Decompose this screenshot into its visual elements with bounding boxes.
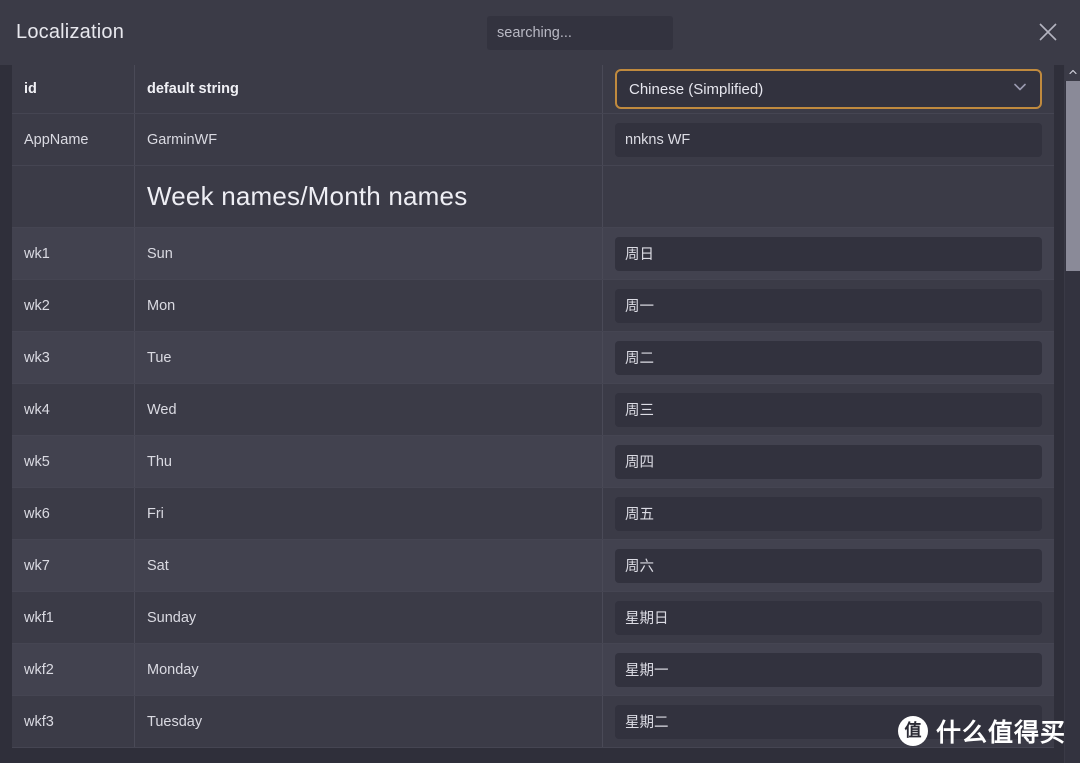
table-row: wk2 Mon [12, 280, 1054, 332]
table-row: wk7 Sat [12, 540, 1054, 592]
row-id: wkf1 [12, 592, 135, 643]
search-input[interactable] [487, 16, 673, 50]
translation-input[interactable] [615, 288, 1042, 323]
row-default-string: Tuesday [135, 696, 603, 747]
row-translation-cell [603, 436, 1054, 487]
column-header-language: Chinese (Simplified) [603, 65, 1054, 113]
row-translation-cell [603, 592, 1054, 643]
row-translation-cell [603, 384, 1054, 435]
translation-input[interactable] [615, 600, 1042, 635]
row-translation-cell [603, 696, 1054, 747]
row-default-string: Wed [135, 384, 603, 435]
window-titlebar: Localization [0, 0, 1080, 65]
row-id: wkf3 [12, 696, 135, 747]
row-default-string: Sun [135, 228, 603, 279]
table-row: wkf3 Tuesday [12, 696, 1054, 748]
translation-input[interactable] [615, 548, 1042, 583]
page-title: Localization [16, 21, 125, 43]
translation-input[interactable] [615, 496, 1042, 531]
language-select-value: Chinese (Simplified) [629, 80, 764, 98]
row-translation-cell [603, 332, 1054, 383]
table-section-row: Week names/Month names [12, 166, 1054, 228]
section-row-id [12, 166, 135, 227]
row-translation-cell [603, 228, 1054, 279]
language-select[interactable]: Chinese (Simplified) [615, 69, 1042, 109]
row-default-string: Sat [135, 540, 603, 591]
vertical-scrollbar[interactable] [1064, 65, 1080, 763]
row-default-string: Fri [135, 488, 603, 539]
row-translation-cell [603, 644, 1054, 695]
table-row: wkf1 Sunday [12, 592, 1054, 644]
row-id: wk7 [12, 540, 135, 591]
row-default-string: Tue [135, 332, 603, 383]
localization-window: Localization id default string Chinese (… [0, 0, 1080, 763]
search-field-wrapper [487, 16, 673, 50]
section-row-translation [603, 166, 1054, 227]
table-row: wkf2 Monday [12, 644, 1054, 696]
table-row: wk6 Fri [12, 488, 1054, 540]
row-default-string: Sunday [135, 592, 603, 643]
table-row: wk4 Wed [12, 384, 1054, 436]
table-row: AppName GarminWF [12, 114, 1054, 166]
row-id: AppName [12, 114, 135, 165]
row-id: wkf2 [12, 644, 135, 695]
translation-input[interactable] [615, 340, 1042, 375]
close-icon [1037, 21, 1059, 43]
row-id: wk3 [12, 332, 135, 383]
column-header-default-string: default string [135, 65, 603, 113]
row-translation-cell [603, 114, 1054, 165]
translation-input[interactable] [615, 444, 1042, 479]
row-id: wk4 [12, 384, 135, 435]
close-button[interactable] [1028, 12, 1068, 52]
chevron-up-icon [1068, 65, 1078, 82]
table-scroll-area: id default string Chinese (Simplified) A… [0, 65, 1080, 763]
row-translation-cell [603, 280, 1054, 331]
translation-input[interactable] [615, 652, 1042, 687]
scrollbar-up-button[interactable] [1065, 65, 1080, 81]
row-translation-cell [603, 540, 1054, 591]
table-row: wk1 Sun [12, 228, 1054, 280]
table-row: wk5 Thu [12, 436, 1054, 488]
scrollbar-thumb[interactable] [1066, 81, 1080, 271]
table-row: wk3 Tue [12, 332, 1054, 384]
row-default-string: Monday [135, 644, 603, 695]
row-default-string: GarminWF [135, 114, 603, 165]
column-header-id: id [12, 65, 135, 113]
table-header-row: id default string Chinese (Simplified) [12, 65, 1054, 114]
row-id: wk2 [12, 280, 135, 331]
translation-input[interactable] [615, 236, 1042, 271]
row-translation-cell [603, 488, 1054, 539]
chevron-down-icon [1012, 79, 1028, 100]
row-id: wk1 [12, 228, 135, 279]
translation-input[interactable] [615, 122, 1042, 157]
table-body: AppNameGarminWFWeek names/Month nameswk1… [12, 114, 1054, 748]
translation-input[interactable] [615, 392, 1042, 427]
row-id: wk6 [12, 488, 135, 539]
row-id: wk5 [12, 436, 135, 487]
section-row-title: Week names/Month names [135, 166, 603, 227]
row-default-string: Thu [135, 436, 603, 487]
translation-input[interactable] [615, 704, 1042, 739]
row-default-string: Mon [135, 280, 603, 331]
localization-table: id default string Chinese (Simplified) A… [12, 65, 1054, 748]
